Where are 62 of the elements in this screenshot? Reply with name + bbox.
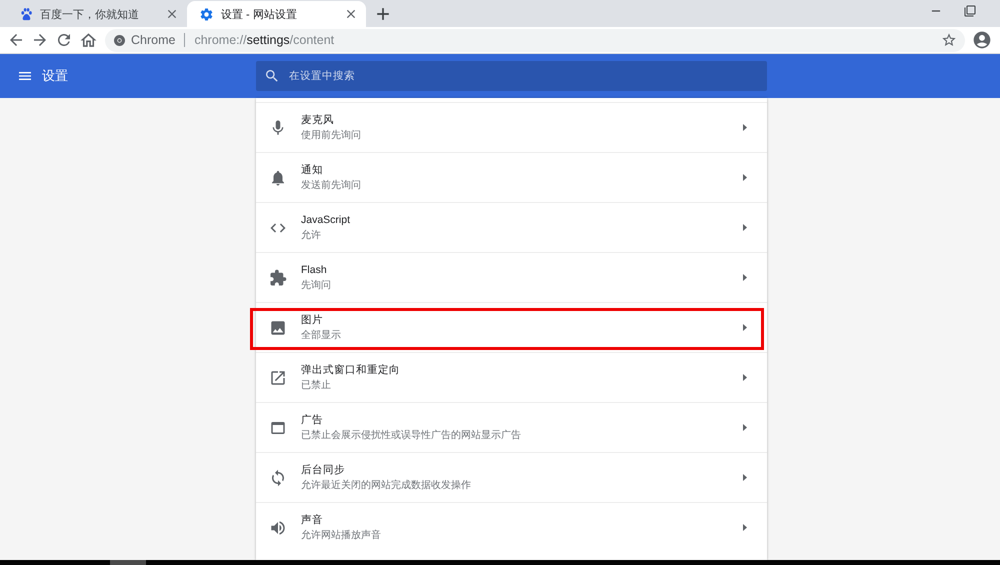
setting-status: 允许 (301, 228, 322, 242)
search-field[interactable]: 在设置中搜索 (256, 61, 767, 91)
setting-status: 发送前先询问 (301, 178, 362, 192)
close-tab-button[interactable] (165, 7, 179, 21)
setting-status: 允许网站播放声音 (301, 528, 382, 542)
sync-icon (269, 468, 287, 486)
setting-status: 已禁止会展示侵扰性或误导性广告的网站显示广告 (301, 428, 522, 442)
caret-right-icon (743, 474, 747, 481)
image-icon (269, 318, 287, 336)
forward-arrow-icon (31, 31, 49, 49)
settings-title: 设置 (42, 67, 68, 85)
caret-right-icon (743, 324, 747, 331)
site-chip-label: Chrome (131, 33, 176, 47)
setting-title: 广告 (301, 414, 324, 426)
address-bar[interactable]: Chrome chrome://settings/content (105, 28, 965, 52)
setting-title: Flash (301, 264, 328, 276)
caret-right-icon (743, 374, 747, 381)
setting-status: 使用前先询问 (301, 128, 362, 142)
close-tab-button[interactable] (344, 7, 358, 21)
setting-status: 全部显示 (301, 328, 342, 342)
bookmark-star-button[interactable] (941, 32, 957, 48)
caret-right-icon (743, 224, 747, 231)
external-link-icon (269, 368, 287, 386)
puzzle-piece-icon (269, 268, 287, 286)
caret-right-icon (743, 124, 747, 131)
site-setting-item[interactable]: 通知 发送前先询问 (256, 152, 767, 202)
search-icon (264, 68, 280, 84)
caret-right-icon (743, 524, 747, 531)
site-setting-item[interactable]: Flash 先询问 (256, 252, 767, 302)
speaker-icon (269, 518, 287, 536)
url-text: chrome://settings/content (194, 33, 334, 47)
setting-title: JavaScript (301, 214, 352, 226)
setting-status: 先询问 (301, 278, 332, 292)
browser-tab[interactable]: 设置 - 网站设置 (187, 1, 366, 27)
restore-icon (964, 5, 976, 17)
site-setting-item[interactable]: 声音 允许网站播放声音 (256, 502, 767, 552)
caret-right-icon (743, 424, 747, 431)
caret-right-icon (743, 174, 747, 181)
setting-title: 通知 (301, 164, 324, 176)
caret-right-icon (743, 274, 747, 281)
setting-status: 已禁止 (301, 378, 332, 392)
chrome-page-icon (114, 34, 125, 46)
star-icon (941, 32, 957, 48)
close-icon (165, 7, 179, 21)
site-setting-item[interactable]: 广告 已禁止会展示侵扰性或误导性广告的网站显示广告 (256, 402, 767, 452)
home-icon (78, 30, 98, 50)
setting-title: 后台同步 (301, 464, 346, 476)
reload-icon (55, 31, 73, 49)
site-setting-item[interactable]: 麦克风 使用前先询问 (256, 102, 767, 152)
paw-icon (20, 8, 33, 20)
setting-status: 允许最近关闭的网站完成数据收发操作 (301, 478, 472, 492)
gear-icon (199, 6, 214, 22)
site-setting-item[interactable]: JavaScript 允许 (256, 202, 767, 252)
setting-title: 弹出式窗口和重定向 (301, 364, 401, 376)
setting-title: 声音 (301, 514, 324, 526)
site-setting-item[interactable]: 后台同步 允许最近关闭的网站完成数据收发操作 (256, 452, 767, 502)
site-setting-item[interactable]: 弹出式窗口和重定向 已禁止 (256, 352, 767, 402)
close-icon (344, 7, 358, 21)
setting-title: 图片 (301, 314, 324, 326)
bell-icon (269, 168, 287, 186)
account-icon (972, 30, 992, 50)
setting-title: 麦克风 (301, 114, 335, 126)
